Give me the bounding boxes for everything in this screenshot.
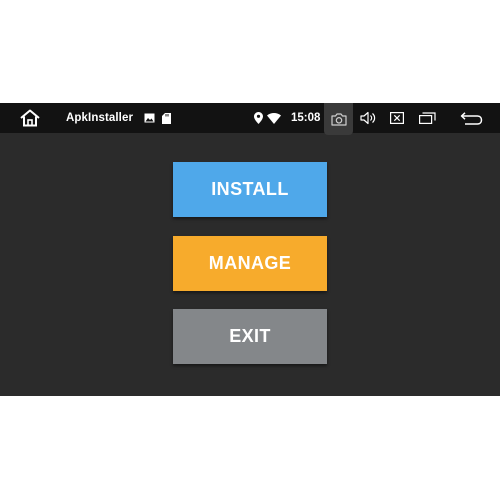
location-icon xyxy=(252,103,264,133)
sd-card-icon xyxy=(161,103,172,133)
image-icon xyxy=(143,103,155,133)
back-icon[interactable] xyxy=(458,103,484,133)
close-box-icon[interactable] xyxy=(388,103,406,133)
clock: 15:08 xyxy=(291,112,321,124)
install-button[interactable]: INSTALL xyxy=(173,162,327,217)
home-icon[interactable] xyxy=(17,103,43,133)
exit-button[interactable]: EXIT xyxy=(173,309,327,364)
app-title: ApkInstaller xyxy=(66,112,134,124)
manage-button[interactable]: MANAGE xyxy=(173,236,327,291)
wifi-icon xyxy=(266,103,282,133)
camera-icon[interactable] xyxy=(324,103,353,135)
status-bar: ApkInstaller 15:08 xyxy=(0,103,500,135)
recent-apps-icon[interactable] xyxy=(417,103,437,133)
volume-icon[interactable] xyxy=(358,103,378,133)
app-screen: ApkInstaller 15:08 INSTALL MANAGE EXIT xyxy=(0,103,500,396)
